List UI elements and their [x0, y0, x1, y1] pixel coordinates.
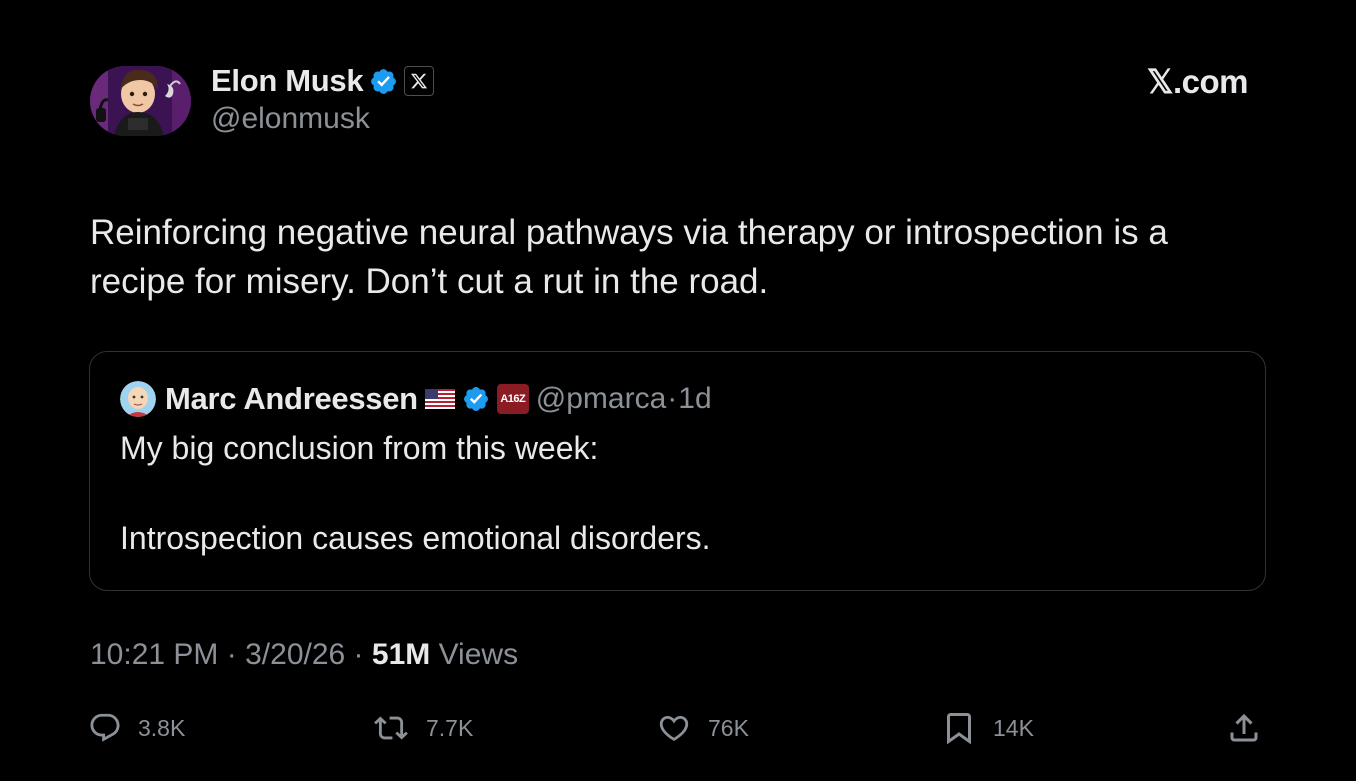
verified-badge-icon	[371, 68, 397, 94]
repost-icon	[374, 716, 408, 740]
quoted-tweet-header: Marc Andreessen A16Z @pmarca · 1d	[120, 378, 712, 420]
like-button[interactable]: 76K	[656, 705, 749, 751]
quoted-separator: ·	[667, 382, 678, 415]
tweet-card: Elon Musk @elonmusk 𝕏.com Reinforcing ne…	[0, 0, 1356, 781]
bookmark-count: 14K	[993, 714, 1034, 741]
x-affiliate-icon	[404, 66, 435, 96]
tweet-text: Reinforcing negative neural pathways via…	[90, 213, 1178, 301]
bookmark-icon	[947, 713, 971, 745]
quoted-text-line: My big conclusion from this week:	[120, 430, 599, 466]
reply-icon	[90, 713, 120, 742]
author-name[interactable]: Elon Musk	[211, 63, 364, 99]
author-avatar[interactable]	[90, 66, 191, 136]
share-button[interactable]	[1226, 705, 1262, 751]
reply-count: 3.8K	[138, 714, 186, 741]
tweet-meta: 10:21 PM · 3/20/26 · 51M Views	[90, 638, 518, 672]
repost-button[interactable]: 7.7K	[372, 705, 473, 751]
quoted-author-name[interactable]: Marc Andreessen	[165, 381, 418, 417]
meta-separator: ·	[353, 638, 364, 671]
author-handle[interactable]: @elonmusk	[211, 102, 370, 136]
tweet-date[interactable]: 3/20/26	[245, 638, 345, 671]
action-bar: 3.8K 7.7K 76K 14K	[0, 705, 1356, 751]
meta-separator: ·	[226, 638, 237, 671]
quoted-author-handle[interactable]: @pmarca	[536, 382, 667, 416]
repost-count: 7.7K	[426, 714, 474, 741]
tweet-time[interactable]: 10:21 PM	[90, 638, 218, 671]
quoted-tweet-text: My big conclusion from this week: Intros…	[120, 426, 1230, 561]
quoted-tweet[interactable]: Marc Andreessen A16Z @pmarca · 1d My big c…	[89, 351, 1266, 591]
quoted-verified-badge-icon	[463, 387, 488, 411]
author-name-row: Elon Musk	[211, 62, 435, 100]
a16z-affiliate-badge: A16Z	[496, 384, 529, 414]
heart-icon	[659, 715, 689, 741]
like-count: 76K	[708, 714, 749, 741]
quoted-author-avatar[interactable]	[120, 381, 156, 417]
us-flag-icon	[424, 389, 455, 409]
bookmark-button[interactable]: 14K	[941, 705, 1034, 751]
views-label: Views	[438, 638, 519, 671]
quoted-text-line: Introspection causes emotional disorders…	[120, 520, 711, 556]
site-brand: 𝕏.com	[1146, 63, 1249, 100]
views-count: 51M	[371, 638, 431, 671]
quoted-timestamp[interactable]: 1d	[678, 382, 711, 416]
share-icon	[1230, 713, 1258, 742]
reply-button[interactable]: 3.8K	[88, 705, 185, 751]
